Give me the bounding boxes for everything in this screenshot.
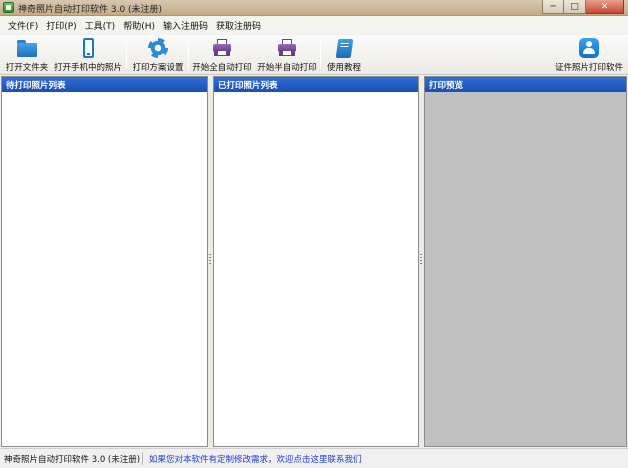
print-preview-header: 打印预览 (425, 77, 626, 92)
contact-us-link[interactable]: 如果您对本软件有定制修改需求，欢迎点击这里联系我们 (149, 453, 362, 465)
menu-help[interactable]: 帮助(H) (119, 19, 159, 32)
print-preview-panel: 打印预览 (424, 76, 627, 447)
menu-get-registration-code[interactable]: 获取注册码 (212, 19, 265, 32)
pending-photos-list[interactable] (2, 92, 207, 446)
open-folder-label: 打开文件夹 (5, 63, 49, 73)
pending-photos-header: 待打印照片列表 (2, 77, 207, 92)
app-icon (3, 2, 14, 13)
minimize-button[interactable]: ─ (542, 0, 564, 14)
print-settings-button[interactable]: 打印方案设置 (131, 36, 185, 74)
menu-bar: 文件(F) 打印(P) 工具(T) 帮助(H) 输入注册码 获取注册码 (0, 17, 628, 34)
open-phone-photos-label: 打开手机中的照片 (54, 63, 123, 73)
title-bar: 神奇照片自动打印软件 3.0 (未注册) ─ □ ✕ (0, 0, 628, 16)
menu-print[interactable]: 打印(P) (42, 19, 80, 32)
id-photo-print-label: 证件照片打印软件 (554, 63, 623, 73)
pending-photos-panel: 待打印照片列表 (1, 76, 208, 447)
folder-icon (16, 37, 38, 59)
menu-tools[interactable]: 工具(T) (81, 19, 120, 32)
tutorial-label: 使用教程 (326, 63, 361, 73)
print-preview-area (425, 92, 626, 446)
open-phone-photos-button[interactable]: 打开手机中的照片 (54, 36, 122, 74)
auto-print-button[interactable]: 开始全自动打印 (192, 36, 252, 74)
tutorial-button[interactable]: 使用教程 (325, 36, 363, 74)
status-divider (142, 452, 143, 465)
toolbar-separator (188, 39, 189, 69)
toolbar-separator (320, 39, 321, 69)
auto-print-label: 开始全自动打印 (192, 63, 252, 73)
window-controls: ─ □ ✕ (542, 0, 624, 15)
printed-photos-header: 已打印照片列表 (214, 77, 418, 92)
open-folder-button[interactable]: 打开文件夹 (4, 36, 50, 74)
id-photo-print-button[interactable]: 证件照片打印软件 (554, 36, 624, 74)
maximize-button[interactable]: □ (564, 0, 586, 14)
status-bar: 神奇照片自动打印软件 3.0 (未注册) 如果您对本软件有定制修改需求，欢迎点击… (0, 448, 628, 468)
book-icon (333, 37, 355, 59)
close-button[interactable]: ✕ (586, 0, 624, 14)
phone-icon (77, 37, 99, 59)
printed-photos-panel: 已打印照片列表 (213, 76, 419, 447)
printer-icon (211, 37, 233, 59)
printer-icon (276, 37, 298, 59)
gear-icon (147, 37, 169, 59)
printed-photos-list[interactable] (214, 92, 418, 446)
toolbar-separator (126, 39, 127, 69)
status-text: 神奇照片自动打印软件 3.0 (未注册) (4, 455, 141, 465)
print-settings-label: 打印方案设置 (132, 63, 184, 73)
menu-enter-registration-code[interactable]: 输入注册码 (159, 19, 212, 32)
semi-auto-print-label: 开始半自动打印 (257, 63, 317, 73)
semi-auto-print-button[interactable]: 开始半自动打印 (256, 36, 318, 74)
toolbar: 打开文件夹 打开手机中的照片 打印方案设置 开始全自动打印 开始半自动打印 使用… (0, 35, 628, 75)
id-photo-icon (578, 37, 600, 59)
menu-file[interactable]: 文件(F) (4, 19, 42, 32)
window-title: 神奇照片自动打印软件 3.0 (未注册) (18, 5, 163, 15)
